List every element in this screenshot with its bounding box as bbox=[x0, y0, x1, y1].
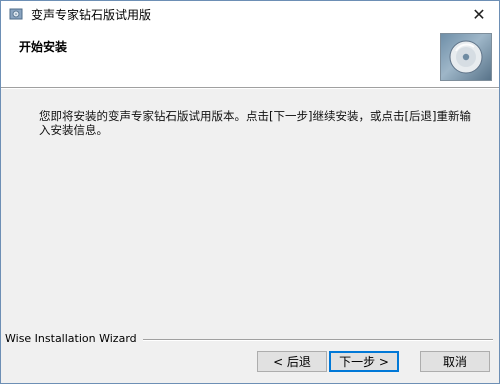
window-title: 变声专家钻石版试用版 bbox=[31, 8, 152, 22]
step-title: 开始安装 bbox=[19, 40, 68, 54]
close-icon: ✕ bbox=[472, 4, 486, 24]
install-message: 您即将安装的变声专家钻石版试用版本。点击[下一步]继续安装，或点击[后退]重新输… bbox=[39, 109, 471, 137]
header-panel: 开始安装 bbox=[1, 27, 499, 88]
title-bar[interactable]: 变声专家钻石版试用版 ✕ bbox=[1, 1, 499, 27]
installer-window: 变声专家钻石版试用版 ✕ 开始安装 您即将安装的变声专家钻石版试用版本。点击[下… bbox=[0, 0, 500, 384]
next-button[interactable]: 下一步 > bbox=[329, 351, 399, 372]
wizard-label: Wise Installation Wizard bbox=[5, 332, 143, 345]
installer-app-icon bbox=[9, 8, 23, 20]
cancel-button[interactable]: 取消 bbox=[420, 351, 490, 372]
cd-disc-icon bbox=[440, 33, 492, 81]
close-button[interactable]: ✕ bbox=[459, 1, 499, 27]
header-divider bbox=[1, 88, 499, 89]
back-button[interactable]: < 后退 bbox=[257, 351, 327, 372]
